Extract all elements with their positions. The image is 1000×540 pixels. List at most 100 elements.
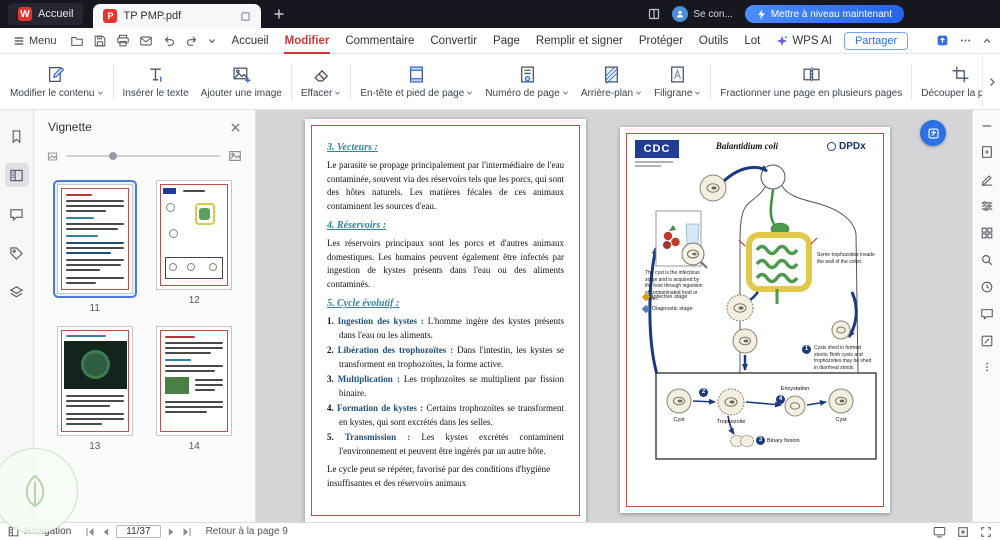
page-number-button[interactable]: Numéro de page [479, 61, 575, 103]
thumbnail-page-13[interactable] [56, 326, 133, 436]
mail-icon[interactable] [139, 34, 153, 48]
tab-lot[interactable]: Lot [736, 28, 768, 54]
history-icon[interactable] [980, 280, 994, 294]
caret-down-icon [335, 91, 341, 95]
split-page-button[interactable]: Fractionner une page en plusieurs pages [714, 61, 908, 103]
stage-label-trophozoite: Trophozoite [716, 419, 746, 425]
erase-button[interactable]: Effacer [295, 61, 348, 103]
list-number: 4. [327, 403, 334, 413]
home-tab[interactable]: W Accueil [8, 3, 84, 25]
more-menu-icon[interactable] [959, 34, 972, 47]
pdf-page-12[interactable]: CDC Balantidium coli DPDx The cyst is th… [620, 127, 890, 513]
comments-panel-button[interactable] [5, 202, 29, 226]
chevron-down-icon[interactable] [208, 37, 216, 45]
tab-outils[interactable]: Outils [691, 28, 736, 54]
comment-icon[interactable] [980, 307, 994, 321]
page-content: CDC Balantidium coli DPDx The cyst is th… [626, 133, 884, 507]
header-footer-button[interactable]: En-tête et pied de page [354, 61, 479, 103]
document-tab[interactable]: P TP PMP.pdf [93, 4, 262, 28]
tab-convertir[interactable]: Convertir [422, 28, 485, 54]
layers-panel-button[interactable] [5, 280, 29, 304]
lightning-icon [758, 8, 765, 20]
back-to-page-link[interactable]: Retour à la page 9 [206, 526, 288, 537]
section-heading: 4. Réservoirs : [327, 220, 387, 231]
insert-text-button[interactable]: Insérer le texte [117, 61, 195, 103]
thumbnail-item-14[interactable]: 14 [150, 326, 240, 452]
thumbnail-page-11[interactable] [56, 184, 133, 294]
thumbnail-page-14[interactable] [156, 326, 233, 436]
next-page-icon[interactable] [167, 527, 176, 537]
ribbon-separator [350, 63, 352, 100]
avatar [672, 6, 689, 22]
new-tab-button[interactable] [273, 8, 285, 20]
collapse-sidebar-icon[interactable] [981, 120, 993, 132]
account-button[interactable]: Se con... [672, 6, 733, 22]
annotate-icon[interactable] [980, 334, 994, 348]
more-tools-icon[interactable] [981, 361, 993, 373]
floating-translate-button[interactable] [920, 120, 946, 146]
fit-page-icon[interactable] [957, 526, 969, 538]
export-icon[interactable] [980, 145, 994, 159]
pdf-page-11[interactable]: 3. Vecteurs : Le parasite se propage pri… [305, 119, 586, 522]
undo-icon[interactable] [162, 34, 176, 48]
thumbnail-page-12[interactable] [156, 180, 233, 290]
save-icon[interactable] [93, 34, 107, 48]
split-page-label: Fractionner une page en plusieurs pages [720, 87, 903, 99]
redo-icon[interactable] [185, 34, 199, 48]
signature-icon[interactable] [980, 172, 994, 186]
apps-grid-icon[interactable] [980, 226, 994, 240]
split-view-icon[interactable] [648, 8, 660, 20]
page-indicator-field[interactable]: 11/37 [116, 525, 161, 538]
boost-icon[interactable] [936, 34, 949, 47]
ribbon-separator [290, 63, 292, 100]
list-item: 5. Transmission : Les kystes excrétés co… [327, 431, 564, 458]
share-button[interactable]: Partager [843, 31, 909, 50]
crop-icon [952, 66, 969, 82]
upgrade-button[interactable]: Mettre à niveau maintenant [744, 5, 904, 23]
tab-proteger[interactable]: Protéger [631, 28, 691, 54]
tab-remplir-et-signer[interactable]: Remplir et signer [528, 28, 631, 54]
previous-page-icon[interactable] [101, 527, 110, 537]
section-body: Le parasite se propage principalement pa… [327, 160, 564, 211]
add-image-button[interactable]: Ajouter une image [195, 61, 288, 103]
thumbnail-item-13[interactable]: 13 [50, 326, 140, 452]
ribbon-more-button[interactable] [982, 54, 1000, 109]
document-canvas[interactable]: 3. Vecteurs : Le parasite se propage pri… [256, 110, 972, 522]
ribbon-toolbar: Modifier le contenu Insérer le texte Ajo… [0, 54, 1000, 110]
thumbnails-panel-button[interactable] [4, 163, 29, 187]
wps-ai-button[interactable]: WPS AI [768, 35, 840, 47]
first-page-icon[interactable] [85, 527, 95, 537]
tab-accueil[interactable]: Accueil [224, 28, 277, 54]
search-icon[interactable] [980, 253, 994, 267]
list-lead: Ingestion des kystes : [337, 316, 424, 326]
main-menu-button[interactable]: Menu [8, 28, 62, 54]
menu-bar: Menu Accueil Modifier Commentaire Conver… [0, 28, 1000, 54]
collapse-ribbon-icon[interactable] [982, 36, 992, 46]
background-button[interactable]: Arrière-plan [575, 61, 648, 103]
wps-pdf-app-window: W Accueil P TP PMP.pdf Se con... Mettre … [0, 0, 1000, 540]
print-icon[interactable] [116, 34, 130, 48]
watermark-icon [671, 65, 685, 83]
close-panel-icon[interactable] [230, 122, 241, 133]
closing-paragraph: Le cycle peut se répéter, favorisé par d… [327, 464, 551, 488]
thumbnail-item-12[interactable]: 12 [150, 180, 240, 314]
bookmarks-panel-button[interactable] [5, 124, 29, 148]
mini-figure [165, 377, 190, 394]
thumbnail-zoom-slider[interactable] [66, 152, 220, 160]
modify-content-button[interactable]: Modifier le contenu [4, 61, 110, 103]
slider-knob[interactable] [109, 152, 118, 160]
adjust-icon[interactable] [980, 199, 994, 213]
thumbnail-page-number: 12 [188, 295, 200, 306]
watermark-button[interactable]: Filigrane [648, 61, 707, 103]
attachments-panel-button[interactable] [5, 241, 29, 265]
status-bar: Navigation 11/37 Retour à la page 9 [0, 522, 1000, 540]
tab-commentaire[interactable]: Commentaire [337, 28, 422, 54]
tab-page[interactable]: Page [485, 28, 528, 54]
open-in-window-icon[interactable] [240, 11, 251, 22]
thumbnail-item-11[interactable]: 11 [50, 180, 140, 314]
fullscreen-icon[interactable] [980, 526, 992, 538]
last-page-icon[interactable] [182, 527, 192, 537]
tab-modifier[interactable]: Modifier [277, 28, 338, 54]
open-file-icon[interactable] [70, 34, 84, 48]
read-mode-icon[interactable] [933, 526, 946, 538]
